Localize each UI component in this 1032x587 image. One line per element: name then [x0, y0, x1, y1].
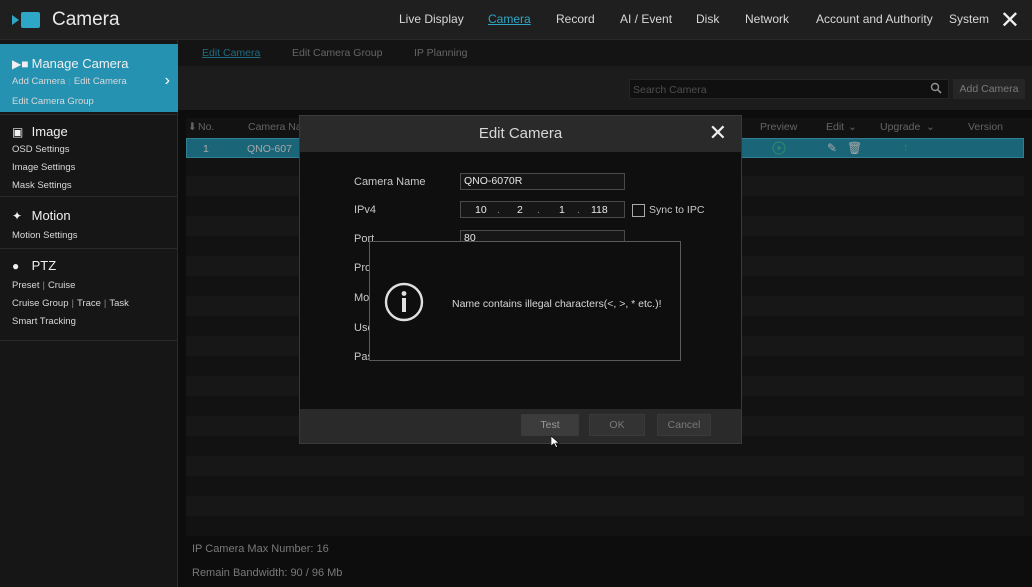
divider [0, 196, 178, 197]
ptz-icon: ● [12, 259, 20, 273]
label-ipv4: IPv4 [354, 204, 377, 216]
close-icon[interactable]: ✕ [1000, 6, 1020, 35]
sidebar-ptz: ● PTZ Preset | Cruise Cruise Group | Trace | T… [12, 258, 129, 327]
motion-icon: ✦ [12, 209, 23, 223]
sidebar-item-cruise[interactable]: Cruise [48, 280, 75, 291]
sidebar-item-osd[interactable]: OSD Settings [12, 144, 70, 155]
dialog-title: Edit Camera [478, 125, 563, 142]
sidebar-item-edit-camera-group[interactable]: Edit Camera Group [12, 96, 94, 107]
divider [0, 340, 178, 341]
sidebar-item-motion-settings[interactable]: Motion Settings [12, 230, 77, 241]
sync-to-ipc-checkbox[interactable] [632, 204, 645, 217]
nav-account-authority[interactable]: Account and Authority [816, 12, 933, 26]
image-icon: ▣ [12, 125, 24, 139]
nav-system[interactable]: System [949, 12, 989, 26]
sidebar-item-add-camera[interactable]: Add Camera [12, 76, 65, 87]
sidebar-title-ptz: PTZ [31, 258, 57, 273]
ip-octet: 1 [559, 204, 565, 216]
divider [0, 114, 178, 115]
info-icon [384, 282, 424, 322]
sidebar: ▶■ Manage Camera Add Camera | Edit Camera … [0, 40, 178, 587]
sidebar-manage-camera[interactable]: ▶■ Manage Camera Add Camera | Edit Camera … [0, 44, 178, 112]
nav-ai-event[interactable]: AI / Event [620, 12, 672, 26]
sidebar-item-trace[interactable]: Trace [77, 298, 101, 309]
app-title: Camera [52, 9, 120, 30]
mouse-cursor-icon [551, 436, 560, 448]
nav-record[interactable]: Record [556, 12, 595, 26]
nav-camera[interactable]: Camera [488, 12, 531, 26]
top-bar: Camera Live Display Camera Record AI / E… [0, 0, 1032, 40]
divider [0, 248, 178, 249]
label-camera-name: Camera Name [354, 176, 426, 188]
camera-name-field[interactable]: QNO-6070R [460, 173, 625, 190]
sidebar-title-image: Image [31, 124, 68, 139]
sidebar-image: ▣ Image OSD Settings Image Settings Mask… [0, 116, 178, 196]
sync-to-ipc-label: Sync to IPC [649, 204, 705, 216]
sidebar-item-task[interactable]: Task [109, 298, 129, 309]
sidebar-item-preset[interactable]: Preset [12, 280, 39, 291]
ok-button[interactable]: OK [589, 414, 645, 436]
sidebar-item-mask[interactable]: Mask Settings [12, 180, 72, 191]
close-icon[interactable]: ✕ [709, 120, 727, 146]
cancel-button[interactable]: Cancel [657, 414, 711, 436]
test-button[interactable]: Test [521, 414, 579, 436]
sidebar-item-cruise-group[interactable]: Cruise Group [12, 298, 69, 309]
sidebar-item-edit-camera[interactable]: Edit Camera [74, 76, 127, 87]
ip-octet: 118 [591, 204, 608, 216]
error-message-text: Name contains illegal characters(<, >, *… [452, 298, 662, 310]
sidebar-motion: ✦ Motion Motion Settings [0, 198, 178, 248]
ip-octet: 2 [517, 204, 523, 216]
nav-network[interactable]: Network [745, 12, 789, 26]
nav-disk[interactable]: Disk [696, 12, 719, 26]
sidebar-item-smart-tracking[interactable]: Smart Tracking [12, 316, 76, 327]
camera-small-icon: ▶■ [12, 57, 29, 71]
label-model: Mo [354, 292, 370, 304]
sidebar-title-manage: Manage Camera [31, 56, 129, 71]
error-message-box: Name contains illegal characters(<, >, *… [369, 241, 681, 361]
ipv4-field[interactable]: 10 . 2 . 1 . 118 [460, 201, 625, 218]
camera-icon [12, 12, 40, 28]
ip-octet: 10 [475, 204, 487, 216]
chevron-right-icon: › [164, 72, 170, 89]
sidebar-title-motion: Motion [31, 208, 71, 223]
nav-live-display[interactable]: Live Display [399, 12, 464, 26]
sidebar-item-image-settings[interactable]: Image Settings [12, 162, 75, 173]
